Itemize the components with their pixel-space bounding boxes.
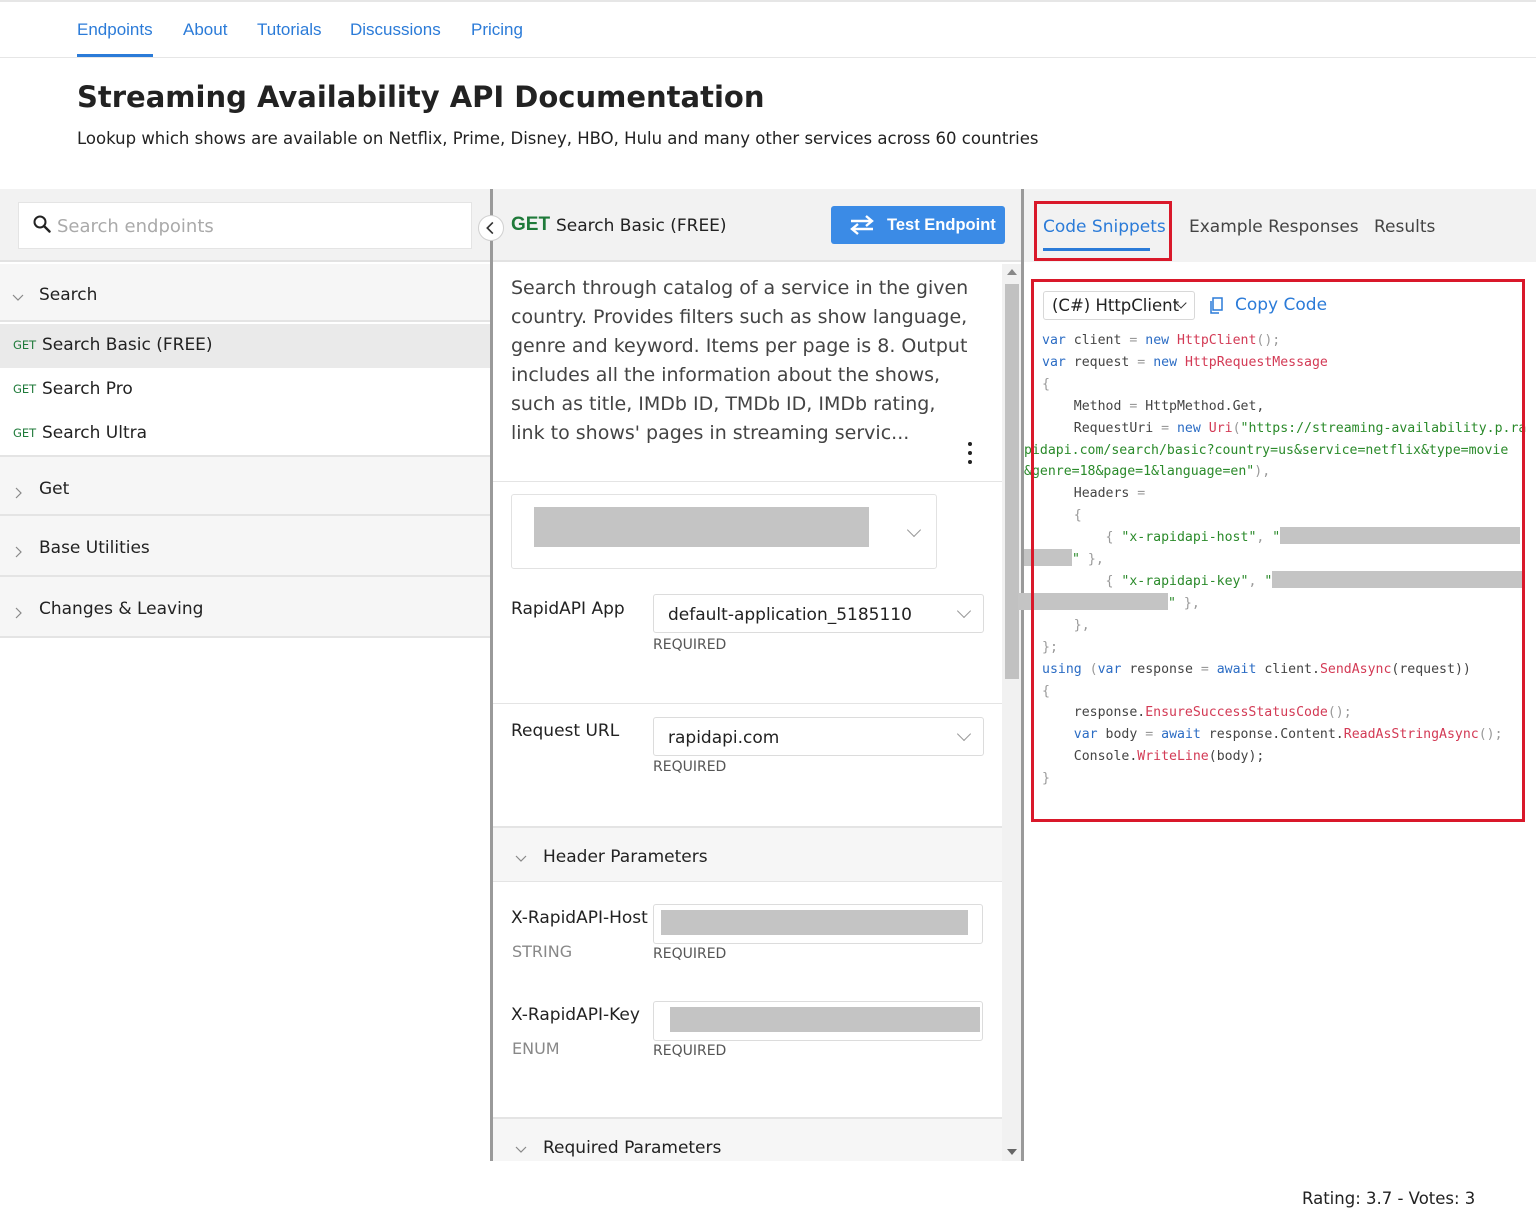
app-selector-redacted[interactable] bbox=[511, 494, 937, 569]
endpoint-label: Search Pro bbox=[42, 379, 133, 399]
host-param-type: STRING bbox=[512, 942, 573, 961]
test-endpoint-label: Test Endpoint bbox=[887, 216, 996, 234]
tab-discussions[interactable]: Discussions bbox=[350, 20, 441, 40]
chevron-down-icon bbox=[515, 1146, 527, 1153]
group-label: Get bbox=[39, 479, 70, 499]
tab-about[interactable]: About bbox=[183, 20, 227, 40]
group-label: Base Utilities bbox=[39, 538, 150, 558]
scrollbar-thumb[interactable] bbox=[1005, 284, 1019, 679]
endpoint-label: Search Ultra bbox=[42, 423, 148, 443]
search-box[interactable] bbox=[18, 202, 472, 249]
endpoint-panel: GET Search Basic (FREE) Test Endpoint Se… bbox=[490, 189, 1024, 1161]
request-url-select[interactable]: rapidapi.com bbox=[653, 717, 984, 756]
required-tag: REQUIRED bbox=[653, 759, 727, 775]
required-tag: REQUIRED bbox=[653, 1043, 727, 1059]
chevron-right-icon bbox=[15, 546, 22, 558]
code-panel: Code Snippets Example Responses Results … bbox=[1018, 189, 1536, 1161]
search-bar bbox=[0, 189, 490, 262]
tab-example-responses[interactable]: Example Responses bbox=[1189, 217, 1359, 237]
group-label: Search bbox=[39, 285, 98, 305]
endpoint-description: Search through catalog of a service in t… bbox=[511, 277, 969, 444]
highlight-box-tab bbox=[1034, 201, 1172, 261]
method-badge: GET bbox=[13, 382, 37, 396]
redacted-value bbox=[661, 910, 968, 935]
method-label: GET bbox=[511, 214, 551, 235]
divider bbox=[493, 703, 1002, 704]
key-param-type: ENUM bbox=[512, 1039, 560, 1058]
endpoint-sidebar: Search GET Search Basic (FREE) GET Searc… bbox=[0, 189, 490, 1161]
chevron-down-icon bbox=[906, 522, 922, 538]
search-icon bbox=[33, 215, 51, 233]
page-title: Streaming Availability API Documentation bbox=[77, 80, 765, 114]
key-param-label: X-RapidAPI-Key bbox=[511, 1005, 640, 1025]
endpoint-search-pro[interactable]: GET Search Pro bbox=[0, 368, 490, 412]
group-label: Changes & Leaving bbox=[39, 599, 204, 619]
search-input[interactable] bbox=[57, 211, 457, 241]
select-value: rapidapi.com bbox=[668, 728, 780, 748]
select-value: default-application_5185110 bbox=[668, 605, 912, 625]
section-title: Header Parameters bbox=[543, 847, 708, 867]
required-tag: REQUIRED bbox=[653, 637, 727, 653]
group-search[interactable]: Search bbox=[0, 264, 490, 322]
scroll-down-icon[interactable] bbox=[1007, 1149, 1017, 1155]
scroll-up-icon[interactable] bbox=[1007, 269, 1017, 275]
group-get[interactable]: Get bbox=[0, 455, 490, 516]
header-parameters-section[interactable]: Header Parameters bbox=[493, 826, 1002, 882]
tab-tutorials[interactable]: Tutorials bbox=[257, 20, 322, 40]
top-nav: Endpoints About Tutorials Discussions Pr… bbox=[0, 4, 1536, 58]
group-changes-leaving[interactable]: Changes & Leaving bbox=[0, 577, 490, 638]
redacted-value bbox=[534, 507, 869, 547]
chevron-down-icon bbox=[956, 603, 972, 619]
swap-arrows-icon bbox=[850, 215, 874, 235]
required-tag: REQUIRED bbox=[653, 946, 727, 962]
host-param-label: X-RapidAPI-Host bbox=[511, 908, 648, 928]
chevron-left-icon bbox=[486, 221, 494, 235]
required-parameters-section[interactable]: Required Parameters bbox=[493, 1117, 1002, 1161]
tab-pricing[interactable]: Pricing bbox=[471, 20, 523, 40]
group-base-utilities[interactable]: Base Utilities bbox=[0, 516, 490, 577]
method-badge: GET bbox=[13, 338, 37, 352]
highlight-box-code bbox=[1031, 279, 1525, 822]
redacted-value bbox=[670, 1007, 980, 1032]
more-options-icon[interactable] bbox=[967, 441, 973, 465]
endpoint-search-ultra[interactable]: GET Search Ultra bbox=[0, 412, 490, 456]
chevron-down-icon bbox=[956, 726, 972, 742]
tab-endpoints[interactable]: Endpoints bbox=[77, 20, 153, 57]
chevron-right-icon bbox=[15, 487, 22, 499]
tab-results[interactable]: Results bbox=[1374, 217, 1435, 237]
rapidapi-app-select[interactable]: default-application_5185110 bbox=[653, 594, 984, 633]
host-param-input[interactable] bbox=[653, 904, 983, 944]
scrollbar[interactable] bbox=[1002, 264, 1021, 1161]
method-badge: GET bbox=[13, 426, 37, 440]
endpoint-header: GET Search Basic (FREE) Test Endpoint bbox=[493, 189, 1021, 262]
section-title: Required Parameters bbox=[543, 1138, 722, 1158]
chevron-down-icon bbox=[515, 855, 527, 862]
test-endpoint-button[interactable]: Test Endpoint bbox=[831, 206, 1005, 244]
rating-votes: Rating: 3.7 - Votes: 3 bbox=[1302, 1189, 1476, 1208]
endpoint-label: Search Basic (FREE) bbox=[42, 335, 213, 355]
rapidapi-app-label: RapidAPI App bbox=[511, 599, 625, 619]
endpoint-search-basic[interactable]: GET Search Basic (FREE) bbox=[0, 324, 490, 368]
request-url-label: Request URL bbox=[511, 721, 620, 741]
chevron-down-icon bbox=[12, 294, 24, 301]
collapse-sidebar-button[interactable] bbox=[478, 215, 504, 241]
key-param-input[interactable] bbox=[653, 1001, 983, 1041]
endpoint-title: Search Basic (FREE) bbox=[556, 216, 727, 236]
chevron-right-icon bbox=[15, 607, 22, 619]
divider bbox=[493, 481, 1002, 482]
page-subtitle: Lookup which shows are available on Netf… bbox=[77, 129, 1039, 148]
